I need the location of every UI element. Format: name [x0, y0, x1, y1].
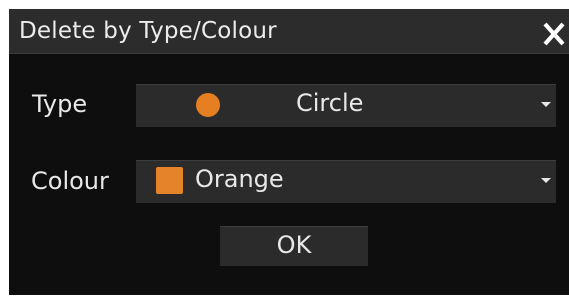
type-dropdown-value: Circle [296, 89, 364, 117]
colour-dropdown[interactable]: Orange [136, 160, 556, 203]
dialog-title: Delete by Type/Colour [19, 18, 277, 44]
colour-dropdown-value: Orange [195, 165, 284, 193]
ok-button-label: OK [276, 231, 312, 259]
colour-label: Colour [31, 167, 109, 195]
type-label: Type [32, 90, 88, 118]
color-swatch-icon [156, 167, 183, 194]
type-dropdown[interactable]: Circle [136, 84, 556, 127]
ok-button[interactable]: OK [220, 226, 368, 266]
close-button[interactable] [539, 19, 569, 49]
dialog-title-bar: Delete by Type/Colour [9, 9, 569, 54]
delete-by-type-colour-dialog: Delete by Type/Colour Type Circle Colour… [9, 9, 569, 295]
chevron-down-icon [541, 178, 551, 183]
circle-icon [196, 93, 220, 117]
chevron-down-icon [541, 102, 551, 107]
close-icon [543, 22, 565, 46]
